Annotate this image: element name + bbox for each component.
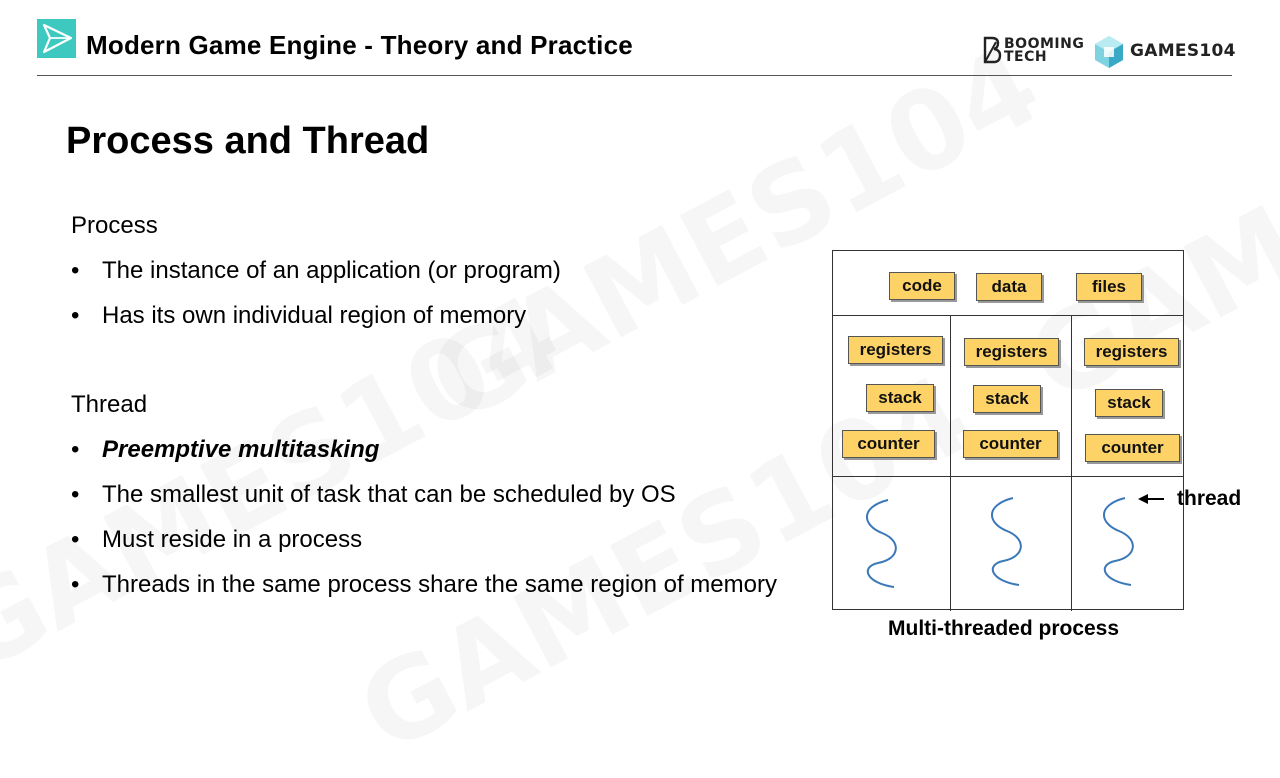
booming-tech-logo: BOOMING TECH [982,36,1084,69]
games104-logo: GAMES104 [1093,35,1235,74]
bullet-text: Has its own individual region of memory [102,302,527,329]
games104-text: GAMES104 [1130,41,1236,61]
divider [833,315,1183,316]
process-heading: Process [71,212,158,239]
divider [833,476,1183,477]
thread-heading: Thread [71,391,148,418]
counter-box: counter [842,430,935,458]
games104-cube-icon [1095,36,1123,68]
diagram-caption: Multi-threaded process [888,617,1120,640]
multithreaded-process-diagram: code data files registers stack counter … [832,250,1184,611]
registers-box: registers [964,338,1059,366]
bullet-marker: • [71,257,80,284]
registers-box: registers [1084,338,1179,366]
stack-box: stack [866,384,934,412]
thread-label: thread [1177,487,1242,510]
files-box: files [1076,273,1142,301]
counter-box: counter [963,430,1058,458]
bullet-text: Threads in the same process share the sa… [102,571,777,598]
stack-box: stack [1095,389,1163,417]
bullet-marker: • [71,436,80,463]
thread-squiggle-icon [866,499,897,588]
tech-text: TECH [1004,49,1048,65]
thread-squiggle-icon [1103,497,1134,586]
bullet-text: The smallest unit of task that can be sc… [102,481,676,508]
divider [950,316,951,611]
bullet-text: Must reside in a process [102,526,363,553]
booming-b-icon [983,36,1002,64]
slide-title: Process and Thread [66,120,430,162]
counter-box: counter [1085,434,1180,462]
bullet-marker: • [71,571,80,598]
arrow-left-icon [1138,494,1164,504]
data-box: data [976,273,1042,301]
code-box: code [889,272,955,300]
stack-box: stack [973,385,1041,413]
divider [1071,316,1072,611]
header-divider [37,75,1232,76]
thread-squiggle-icon [991,497,1022,586]
bullet-marker: • [71,526,80,553]
registers-box: registers [848,336,943,364]
course-logo-icon [37,19,76,58]
bullet-text-emphasis: Preemptive multitasking [102,436,380,463]
bullet-text: The instance of an application (or progr… [102,257,561,284]
bullet-marker: • [71,302,80,329]
course-title: Modern Game Engine - Theory and Practice [86,30,633,60]
bullet-marker: • [71,481,80,508]
